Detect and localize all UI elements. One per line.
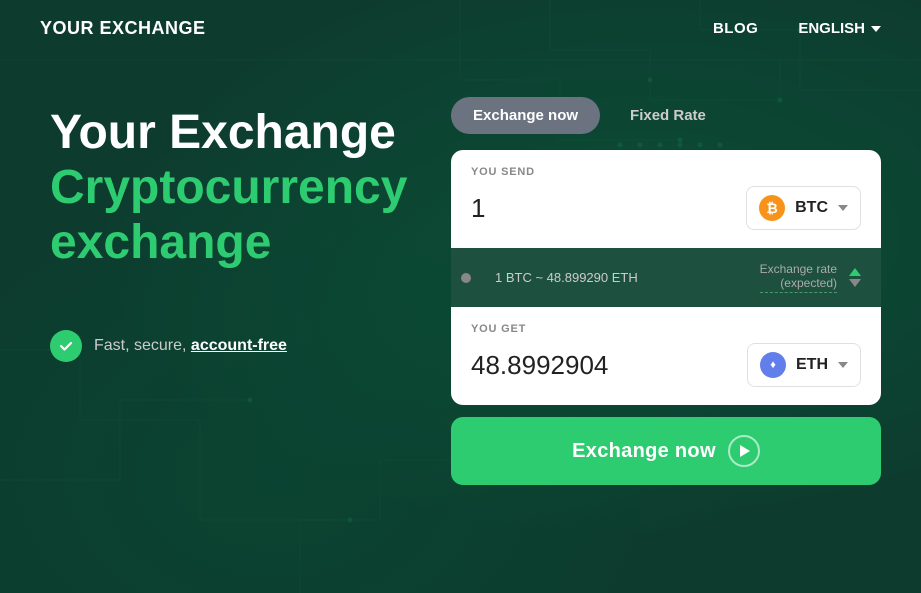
get-amount: 48.8992904 [471,350,651,381]
swap-down-arrow [849,279,861,287]
send-section: YOU SEND ₿ BTC [451,150,881,248]
eth-icon: ♦ [760,352,786,378]
language-selector[interactable]: ENGLISH [798,20,881,37]
swap-icon[interactable] [849,268,861,287]
send-currency-selector[interactable]: ₿ BTC [746,186,861,230]
logo: YOUR EXCHANGE [40,18,206,39]
exchange-widget: Exchange now Fixed Rate YOU SEND ₿ BTC [451,97,881,485]
get-currency-selector[interactable]: ♦ ETH [747,343,861,387]
exchange-now-button[interactable]: Exchange now [451,417,881,485]
headline: Your Exchange Cryptocurrency exchange [50,107,411,270]
swap-up-arrow [849,268,861,276]
send-amount-input[interactable] [471,193,651,224]
get-currency-name: ETH [796,356,828,374]
exchange-card: YOU SEND ₿ BTC 1 BTC ~ 48.899290 ETH [451,150,881,405]
blog-link[interactable]: BLOG [713,20,758,37]
get-currency-chevron-icon [838,362,848,368]
exchange-rate-label: Exchange rate(expected) [760,262,837,293]
language-label: ENGLISH [798,20,865,37]
chevron-down-icon [871,26,881,32]
arrow-right-shape [740,445,750,457]
tab-exchange-now[interactable]: Exchange now [451,97,600,134]
tab-fixed-rate[interactable]: Fixed Rate [608,97,728,134]
exchange-btn-label: Exchange now [572,440,716,463]
rate-text: 1 BTC ~ 48.899290 ETH [495,270,638,285]
tagline-text: Fast, secure, account-free [94,337,287,355]
get-section: YOU GET 48.8992904 ♦ ETH [451,307,881,405]
check-icon [50,330,82,362]
send-label: YOU SEND [471,166,861,178]
hero-section: Your Exchange Cryptocurrency exchange Fa… [50,97,411,362]
tab-bar: Exchange now Fixed Rate [451,97,881,134]
btc-icon: ₿ [759,195,785,221]
send-currency-name: BTC [795,199,828,217]
get-label: YOU GET [471,323,861,335]
rate-badge-dot [461,273,471,283]
arrow-right-icon [728,435,760,467]
send-currency-chevron-icon [838,205,848,211]
rate-section: 1 BTC ~ 48.899290 ETH Exchange rate(expe… [451,248,881,307]
